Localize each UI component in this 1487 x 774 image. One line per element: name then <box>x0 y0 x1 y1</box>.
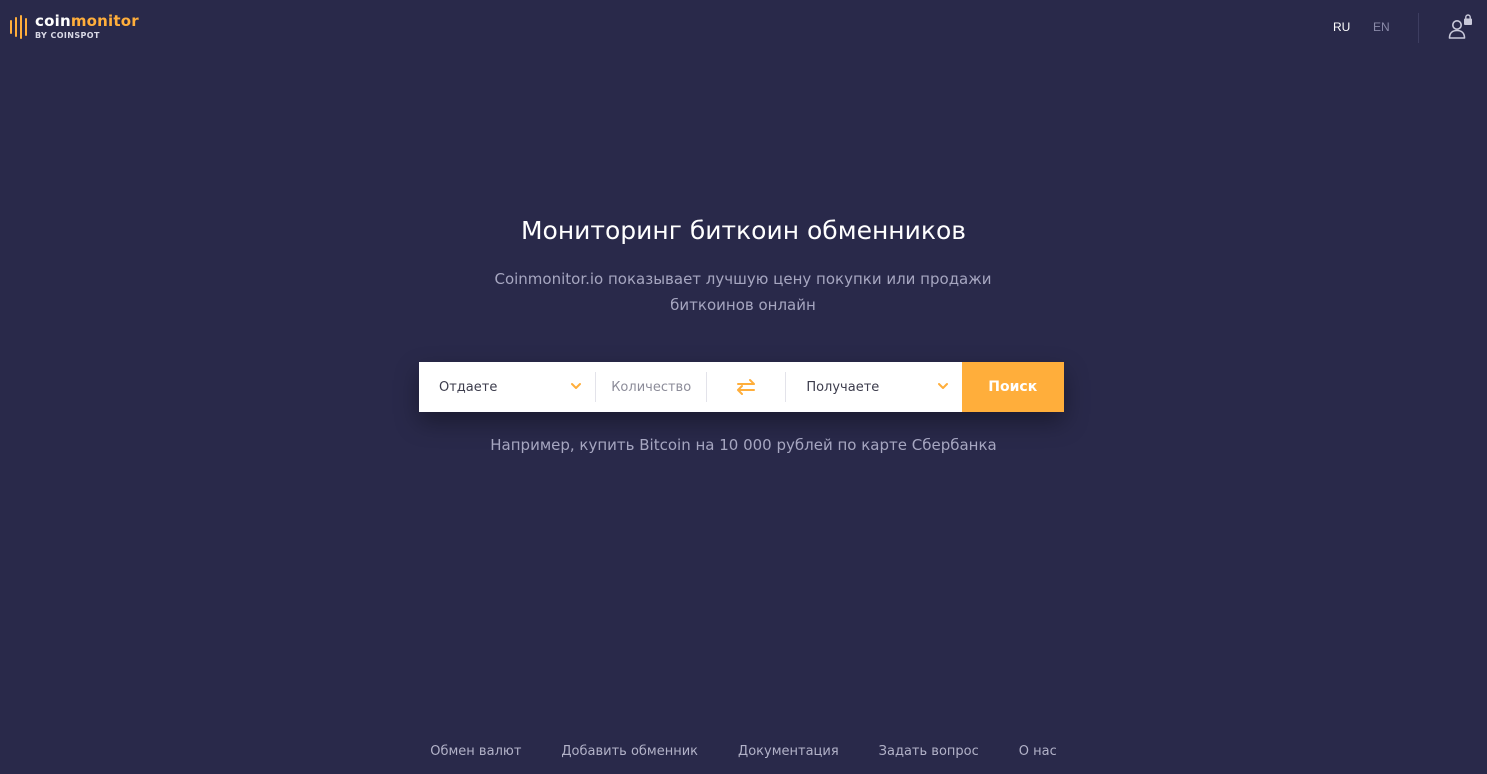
footer-link-exchange[interactable]: Обмен валют <box>430 744 521 759</box>
language-en-button[interactable]: EN <box>1373 20 1390 34</box>
page-title: Мониторинг биткоин обменников <box>520 216 967 245</box>
example-link[interactable]: Например, купить Bitcoin на 10 000 рубле… <box>0 436 1487 454</box>
page-subtitle: Coinmonitor.io показывает лучшую цену по… <box>494 270 992 314</box>
swap-arrows-icon <box>737 379 756 395</box>
logo-bars-icon <box>10 14 27 40</box>
footer-link-ask-question[interactable]: Задать вопрос <box>879 744 979 759</box>
logo-name: coinmonitor <box>35 14 139 29</box>
logo-subtitle: BY COINSPOT <box>35 31 100 40</box>
amount-placeholder: Количество <box>611 379 692 395</box>
footer-link-add-exchanger[interactable]: Добавить обменник <box>561 744 698 759</box>
header-divider <box>1418 13 1419 43</box>
give-currency-select[interactable]: Отдаете <box>419 362 595 412</box>
exchange-search-bar: Отдаете Количество Получаете Поиск <box>419 362 1064 412</box>
footer-nav: Обмен валют Добавить обменник Документац… <box>0 744 1487 759</box>
footer-link-about[interactable]: О нас <box>1019 744 1057 759</box>
search-button[interactable]: Поиск <box>961 362 1064 412</box>
footer-link-docs[interactable]: Документация <box>738 744 839 759</box>
get-currency-select[interactable]: Получаете <box>786 362 961 412</box>
chevron-down-icon <box>571 383 582 389</box>
language-ru-button[interactable]: RU <box>1333 20 1350 34</box>
give-currency-label: Отдаете <box>439 379 498 395</box>
logo[interactable]: coinmonitor BY COINSPOT <box>10 14 139 40</box>
get-currency-label: Получаете <box>806 379 880 395</box>
swap-button[interactable] <box>707 362 786 412</box>
chevron-down-icon <box>937 383 948 389</box>
logo-name-coin: coin <box>35 12 71 30</box>
amount-input[interactable]: Количество <box>596 362 706 412</box>
logo-name-monitor: monitor <box>70 12 139 30</box>
user-lock-icon[interactable] <box>1447 13 1475 41</box>
